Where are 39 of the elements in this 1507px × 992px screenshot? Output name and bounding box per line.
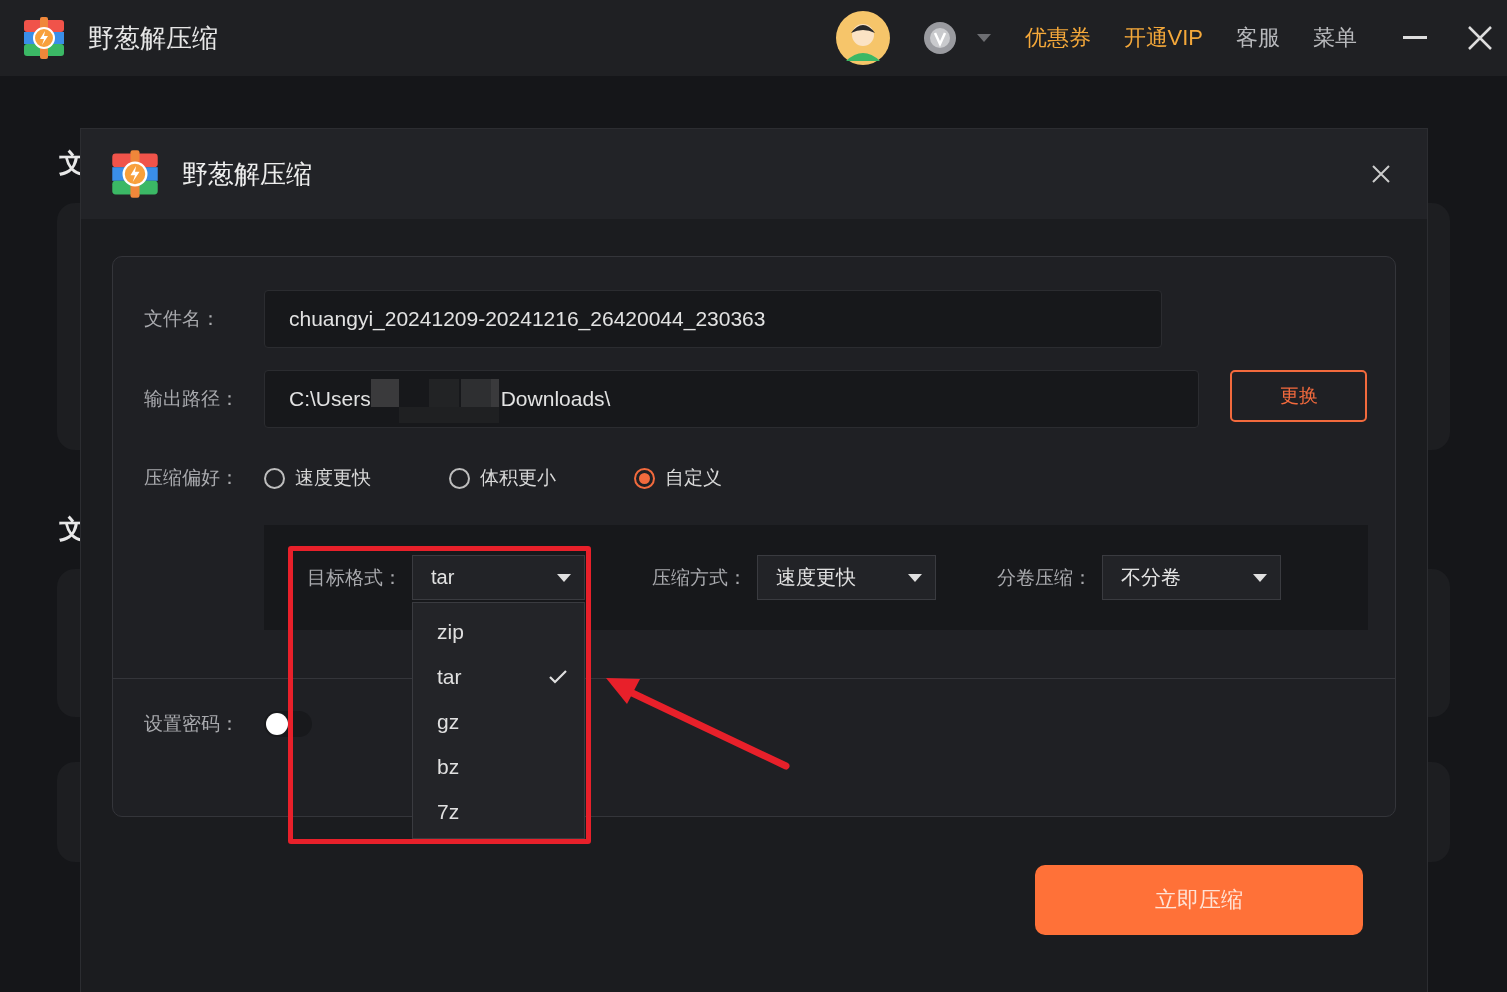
menu-link[interactable]: 开通VIP	[1123, 23, 1203, 53]
minimize-button[interactable]	[1403, 36, 1427, 40]
output-path-field[interactable]: C:\Users Downloads\	[264, 370, 1199, 428]
radio-option[interactable]: 速度更快	[264, 465, 449, 491]
select-label: 压缩方式：	[652, 565, 747, 590]
select-label: 目标格式：	[307, 565, 402, 590]
menu-link[interactable]: 优惠券	[1024, 23, 1091, 53]
field-label: 文件名：	[144, 307, 221, 331]
caret-icon	[556, 572, 572, 583]
field-label: 输出路径：	[144, 387, 240, 411]
menu-item[interactable]: bz	[413, 744, 584, 789]
field-label: 压缩偏好：	[144, 466, 240, 490]
dropdown[interactable]: 不分卷	[1102, 555, 1281, 600]
avatar-icon[interactable]	[835, 11, 890, 65]
check-icon	[548, 668, 568, 685]
field-label: 设置密码：	[144, 712, 240, 736]
menu-item[interactable]: zip	[413, 609, 584, 654]
dropdown[interactable]: 速度更快	[757, 555, 936, 600]
menu-item[interactable]: 7z	[413, 789, 584, 834]
radio-option[interactable]: 自定义	[634, 465, 819, 491]
close-button[interactable]	[1467, 25, 1493, 51]
caret-icon	[1252, 572, 1268, 583]
file-name-field[interactable]: chuangyi_20241209-20241216_26420044_230363	[264, 290, 1162, 348]
caret-icon	[907, 572, 923, 583]
app-title: 野葱解压缩	[88, 21, 218, 55]
logo-icon	[110, 149, 160, 199]
vip-badge-icon	[923, 22, 956, 54]
menu-link[interactable]: 客服	[1236, 23, 1280, 53]
dropdown[interactable]: tar	[412, 555, 585, 600]
menu-link[interactable]: 菜单	[1313, 23, 1357, 53]
caret-icon	[975, 33, 992, 43]
logo-icon	[22, 16, 66, 60]
dialog-title: 野葱解压缩	[182, 157, 313, 191]
close-button[interactable]	[1371, 164, 1391, 184]
radio-option[interactable]: 体积更小	[449, 465, 634, 491]
menu-item[interactable]: tar	[413, 654, 584, 699]
menu-item[interactable]: gz	[413, 699, 584, 744]
change-button[interactable]: 更换	[1230, 370, 1367, 422]
select-label: 分卷压缩：	[997, 565, 1092, 590]
